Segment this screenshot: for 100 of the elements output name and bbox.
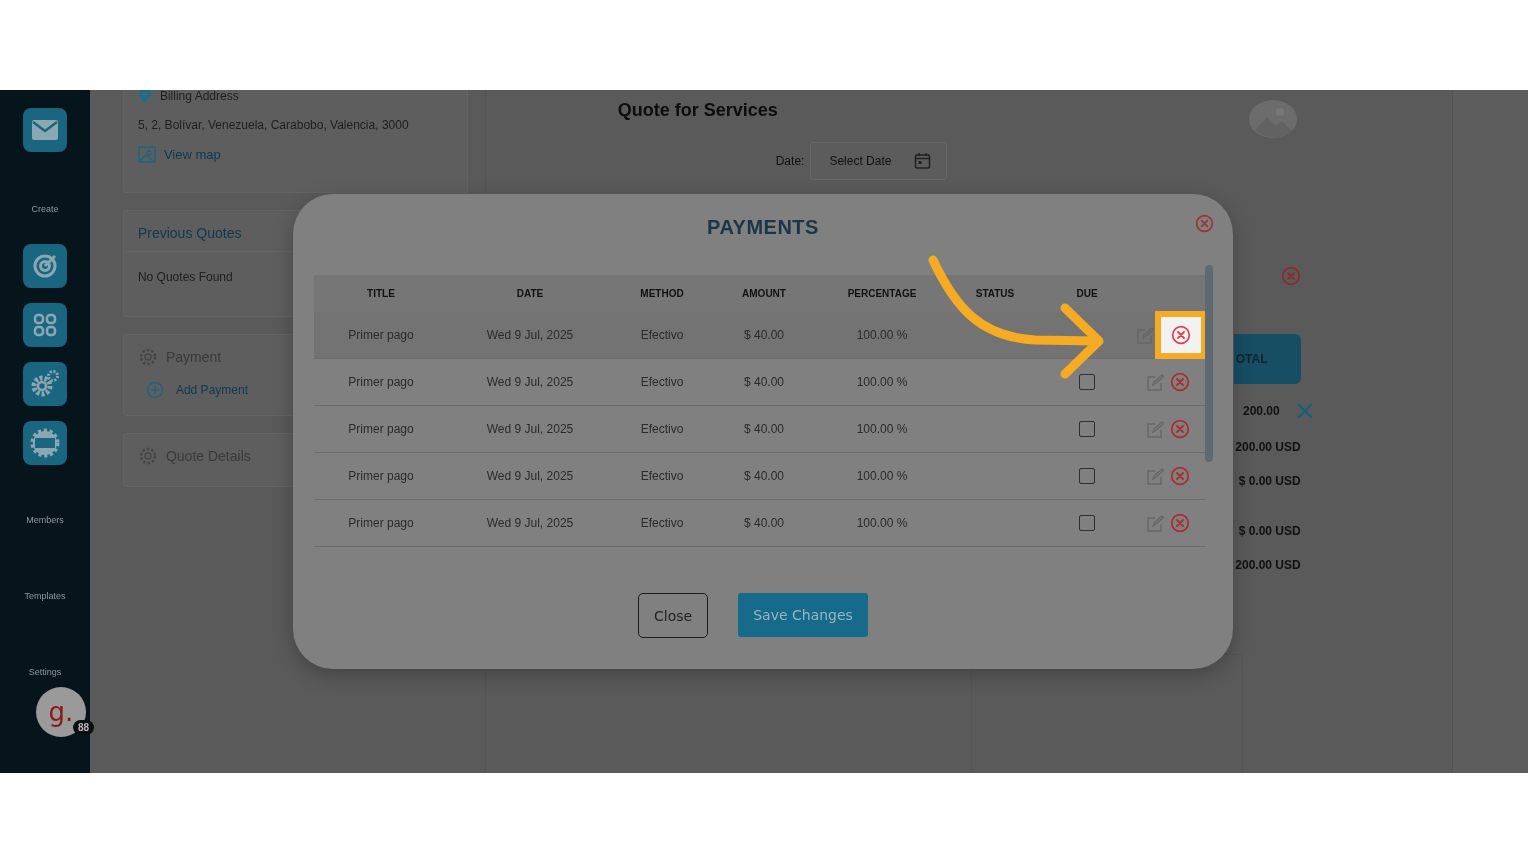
table-cell-text: 100.00 % bbox=[855, 328, 909, 342]
column-header: TITLE bbox=[366, 288, 396, 299]
close-icon bbox=[1195, 214, 1214, 233]
table-cell-text: $ 40.00 bbox=[742, 469, 785, 483]
table-cell-text: Primer pago bbox=[347, 375, 415, 389]
table-cell-text: Efectivo bbox=[639, 469, 685, 483]
table-cell-text: Wed 9 Jul, 2025 bbox=[485, 375, 575, 389]
mail-icon bbox=[30, 119, 59, 141]
delete-icon bbox=[1171, 325, 1191, 345]
card-title: Previous Quotes bbox=[137, 225, 242, 241]
column-header: DATE bbox=[515, 288, 545, 299]
date-label: Date: bbox=[775, 154, 805, 168]
mail-button[interactable] bbox=[22, 108, 67, 152]
remove-icon bbox=[1280, 266, 1301, 286]
section-label: Settings bbox=[28, 667, 62, 677]
scrollbar[interactable] bbox=[1205, 265, 1213, 462]
edit-icon bbox=[1146, 514, 1164, 532]
table-cell-text: Wed 9 Jul, 2025 bbox=[485, 422, 575, 436]
table-cell-text: Wed 9 Jul, 2025 bbox=[485, 516, 575, 530]
close-button[interactable]: Close bbox=[638, 593, 709, 638]
modal-title: PAYMENTS bbox=[707, 216, 819, 239]
amount-value: 200.00 bbox=[1243, 404, 1280, 418]
edit-icon bbox=[1146, 373, 1164, 391]
add-payment-link[interactable]: Add Payment bbox=[145, 381, 248, 399]
section-label: Members bbox=[26, 515, 64, 525]
close-icon[interactable] bbox=[1295, 402, 1314, 420]
payment-row[interactable]: Primer pago Wed 9 Jul, 2025 Efectivo $ 40.00 100.00 % bbox=[314, 453, 1205, 500]
due-checkbox[interactable] bbox=[1079, 374, 1095, 390]
total-value: 200.00 USD bbox=[1235, 558, 1301, 572]
table-cell-text: 100.00 % bbox=[855, 422, 909, 436]
total-value: $ 0.00 USD bbox=[1238, 524, 1301, 538]
table-cell-text: Primer pago bbox=[347, 516, 415, 530]
table-cell-text: Wed 9 Jul, 2025 bbox=[485, 328, 575, 342]
date-field[interactable]: Select Date bbox=[810, 142, 948, 180]
section-label: Create bbox=[31, 204, 59, 214]
total-value: $ 0.00 USD bbox=[1238, 474, 1301, 488]
empty-message: No Quotes Found bbox=[137, 270, 233, 284]
api-button[interactable] bbox=[22, 421, 67, 465]
delete-button[interactable] bbox=[1170, 419, 1190, 439]
gear-icon bbox=[137, 347, 158, 367]
delete-button[interactable] bbox=[1171, 325, 1191, 345]
payment-row[interactable]: Primer pago Wed 9 Jul, 2025 Efectivo $ 40.00 100.00 % bbox=[314, 359, 1205, 406]
view-map-link[interactable]: View map bbox=[163, 147, 221, 162]
delete-icon bbox=[1170, 419, 1190, 439]
column-header: PERCENTAGE bbox=[846, 288, 918, 299]
edit-icon bbox=[1136, 326, 1154, 344]
close-button[interactable] bbox=[1195, 214, 1214, 233]
api-gear-icon bbox=[28, 427, 61, 459]
table-cell-text: Efectivo bbox=[639, 422, 685, 436]
table-cell-text: $ 40.00 bbox=[742, 422, 785, 436]
quote-title: Quote for Services bbox=[617, 100, 778, 121]
target-icon bbox=[31, 253, 58, 279]
table-cell-text: Efectivo bbox=[639, 375, 685, 389]
delete-icon bbox=[1170, 513, 1190, 533]
gears-button[interactable] bbox=[22, 362, 67, 406]
total-value: 200.00 USD bbox=[1235, 440, 1301, 454]
due-checkbox[interactable] bbox=[1079, 468, 1095, 484]
column-header: METHOD bbox=[639, 288, 685, 299]
delete-icon bbox=[1170, 466, 1190, 486]
table-cell-text: Primer pago bbox=[347, 422, 415, 436]
edit-button[interactable] bbox=[1146, 467, 1164, 485]
payment-row[interactable]: Primer pago Wed 9 Jul, 2025 Efectivo $ 40.00 100.00 % bbox=[314, 312, 1205, 359]
due-checkbox[interactable] bbox=[1079, 515, 1095, 531]
edit-button[interactable] bbox=[1136, 326, 1154, 344]
table-cell-text: Efectivo bbox=[639, 516, 685, 530]
edit-icon bbox=[1146, 467, 1164, 485]
table-cell-text: $ 40.00 bbox=[742, 328, 785, 342]
delete-icon bbox=[1170, 372, 1190, 392]
table-cell-text: 100.00 % bbox=[855, 469, 909, 483]
column-header: STATUS bbox=[974, 288, 1016, 299]
edit-button[interactable] bbox=[1146, 514, 1164, 532]
gear-icon bbox=[137, 446, 158, 466]
grid-button[interactable] bbox=[22, 303, 67, 347]
payment-row[interactable]: Primer pago Wed 9 Jul, 2025 Efectivo $ 40.00 100.00 % bbox=[314, 406, 1205, 453]
address-text: 5, 2, Bolívar, Venezuela, Carabobo, Valencia, 3000 bbox=[137, 118, 410, 132]
edit-button[interactable] bbox=[1146, 373, 1164, 391]
plus-circle-icon bbox=[145, 381, 164, 399]
table-cell-text: 100.00 % bbox=[855, 516, 909, 530]
table-cell-text: Wed 9 Jul, 2025 bbox=[485, 469, 575, 483]
delete-button[interactable] bbox=[1170, 513, 1190, 533]
gears-icon bbox=[29, 369, 60, 399]
delete-button[interactable] bbox=[1170, 466, 1190, 486]
grid-icon bbox=[32, 313, 57, 337]
column-header: DUE bbox=[1075, 288, 1099, 299]
payment-row[interactable]: Primer pago Wed 9 Jul, 2025 Efectivo $ 40.00 100.00 % bbox=[314, 500, 1205, 547]
due-checkbox[interactable] bbox=[1079, 421, 1095, 437]
edit-button[interactable] bbox=[1146, 420, 1164, 438]
table-cell-text: Primer pago bbox=[347, 328, 415, 342]
target-button[interactable] bbox=[22, 244, 67, 288]
table-cell-text: $ 40.00 bbox=[742, 516, 785, 530]
edit-icon bbox=[1146, 420, 1164, 438]
save-changes-button[interactable]: Save Changes bbox=[738, 593, 868, 637]
map-icon bbox=[137, 146, 156, 163]
table-cell-text: $ 40.00 bbox=[742, 375, 785, 389]
table-cell-text: Primer pago bbox=[347, 469, 415, 483]
address-heading: Billing Address bbox=[159, 90, 239, 103]
table-cell-text: 100.00 % bbox=[855, 375, 909, 389]
delete-button[interactable] bbox=[1170, 372, 1190, 392]
calendar-icon bbox=[914, 152, 932, 169]
section-label: Templates bbox=[24, 591, 66, 601]
